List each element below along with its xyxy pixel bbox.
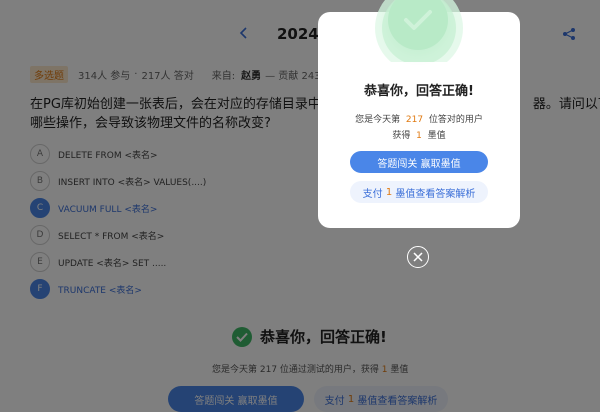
modal-view-analysis-button[interactable]: 支付 1 墨值查看答案解析 (350, 181, 488, 203)
modal-challenge-button[interactable]: 答题闯关 赢取墨值 (350, 151, 488, 173)
glow-decoration-inner (375, 0, 463, 62)
modal-reward-text: 获得 1 墨值 (392, 131, 446, 141)
close-circle-icon[interactable] (407, 246, 429, 268)
modal-rank-text: 您是今天第 217 位答对的用户 (355, 115, 483, 125)
modal-title: 恭喜你，回答正确! (364, 84, 474, 99)
